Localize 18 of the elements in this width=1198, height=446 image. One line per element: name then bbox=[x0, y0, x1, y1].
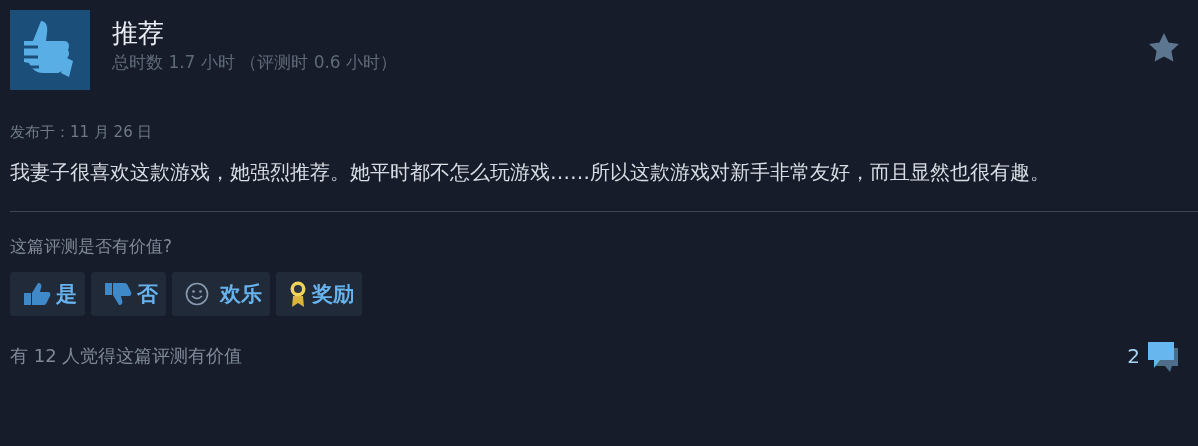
post-date: 发布于：11 月 26 日 bbox=[10, 122, 154, 142]
thumbs-up-icon bbox=[22, 281, 52, 307]
playtime: 总时数 1.7 小时 （评测时 0.6 小时） bbox=[112, 51, 399, 74]
thumbs-up-icon bbox=[10, 10, 90, 90]
comment-icon[interactable] bbox=[1146, 340, 1180, 372]
yes-button[interactable]: 是 bbox=[10, 272, 85, 316]
award-button[interactable]: 奖励 bbox=[276, 272, 362, 316]
thumbs-down-icon bbox=[103, 281, 133, 307]
no-button[interactable]: 否 bbox=[91, 272, 166, 316]
review-title: 推荐 bbox=[112, 17, 165, 50]
comment-count: 2 bbox=[1127, 344, 1140, 368]
review-text: 我妻子很喜欢这款游戏，她强烈推荐。她平时都不怎么玩游戏……所以这款游戏对新手非常友好，而且显然也很有趣。 bbox=[10, 159, 1051, 186]
smiley-icon bbox=[184, 281, 210, 307]
medal-icon bbox=[288, 280, 308, 308]
star-icon[interactable] bbox=[1148, 32, 1180, 62]
helpful-count: 有 12 人觉得这篇评测有价值 bbox=[10, 344, 243, 368]
funny-button[interactable]: 欢乐 bbox=[172, 272, 270, 316]
helpful-question: 这篇评测是否有价值? bbox=[10, 235, 174, 258]
